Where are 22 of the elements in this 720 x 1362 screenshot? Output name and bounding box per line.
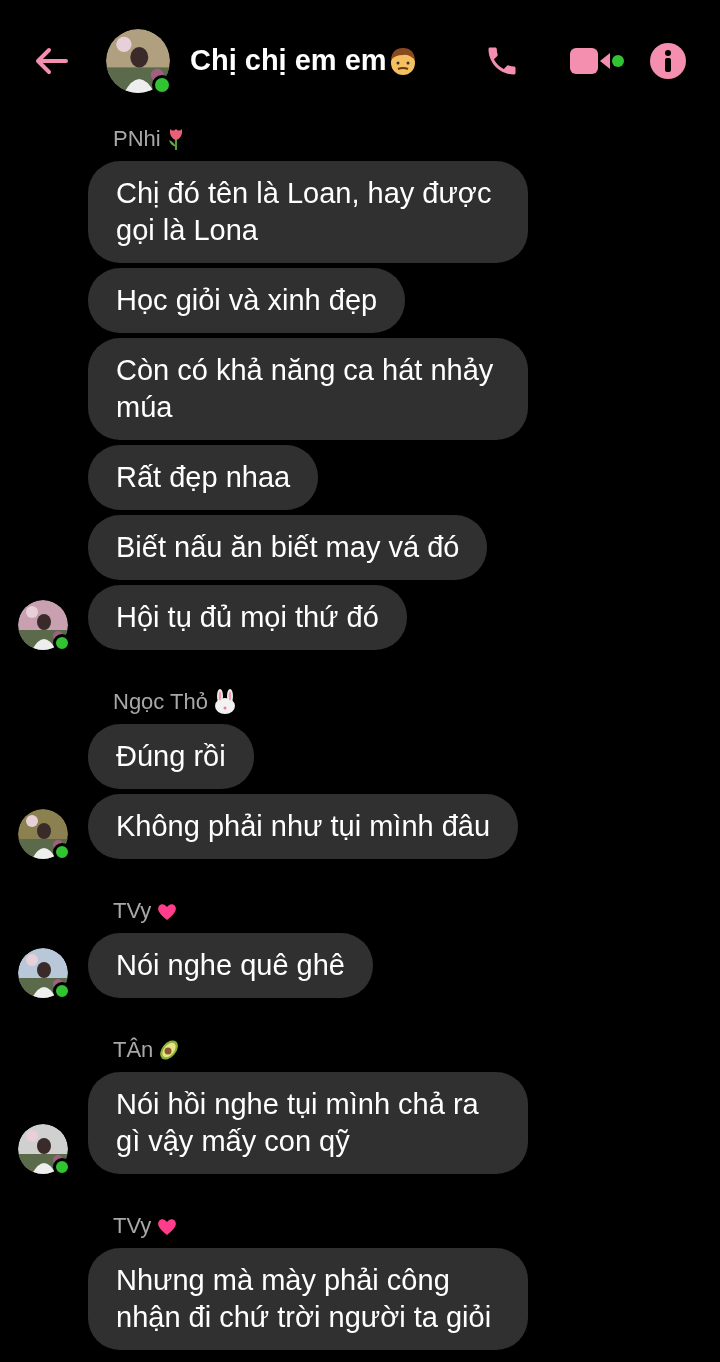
sender-name: PNhi bbox=[113, 125, 161, 153]
sender-name: TVy bbox=[113, 1212, 152, 1240]
rabbit-icon bbox=[212, 688, 238, 715]
video-call-button[interactable] bbox=[570, 47, 624, 75]
message-bubble: Còn có khả năng ca hát nhảy múa bbox=[88, 338, 528, 440]
back-arrow-icon bbox=[34, 47, 68, 75]
message-bubble: Nói nghe quê ghê bbox=[88, 933, 373, 998]
back-button[interactable] bbox=[34, 47, 68, 75]
sender-name: TÂn bbox=[113, 1036, 154, 1064]
message-bubble: Không phải như tụi mình đâu bbox=[88, 794, 519, 859]
message-bubble: Học giỏi và xinh đẹp bbox=[88, 268, 406, 333]
message-bubble: Nhưng mà mày phải công nhận đi chứ trời người ta giỏi bbox=[88, 1248, 528, 1350]
conversation-title: Chị chị em em bbox=[190, 43, 387, 79]
message-bubble: Biết nấu ăn biết may vá đó bbox=[88, 515, 488, 580]
sender-name: Ngọc Thỏ bbox=[113, 688, 208, 716]
message-bubble: Đúng rồi bbox=[88, 724, 254, 789]
message-bubble: Hội tụ đủ mọi thứ đó bbox=[88, 585, 407, 650]
message-bubble: Chị đó tên là Loan, hay được gọi là Lona bbox=[88, 161, 528, 263]
message-bubble: Rất đẹp nhaa bbox=[88, 445, 319, 510]
sender-name: TVy bbox=[113, 897, 152, 925]
info-button[interactable] bbox=[650, 43, 686, 79]
message-bubble: Nói hồi nghe tụi mình chả ra gì vậy mấy con qỹ bbox=[88, 1072, 528, 1174]
